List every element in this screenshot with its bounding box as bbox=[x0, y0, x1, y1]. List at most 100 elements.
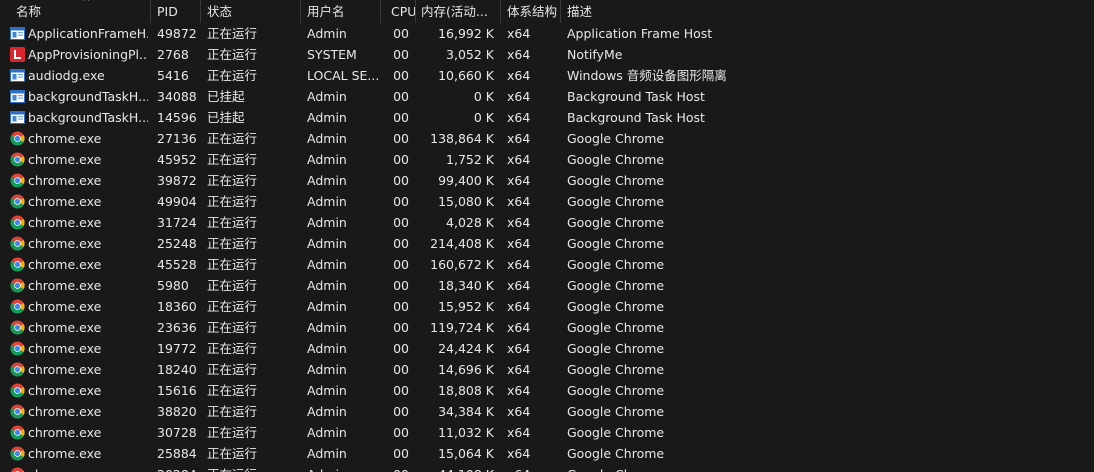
column-header-description[interactable]: 描述 bbox=[561, 0, 1081, 23]
column-header-pid[interactable]: PID bbox=[151, 0, 201, 23]
process-user: Admin bbox=[307, 110, 347, 125]
column-header-name-label: 名称 bbox=[16, 4, 42, 19]
process-user: Admin bbox=[307, 194, 347, 209]
process-memory: 11,032 K bbox=[438, 425, 494, 440]
process-user: Admin bbox=[307, 236, 347, 251]
table-row[interactable]: chrome.exe 25248 正在运行 Admin 00 214,408 K x64 Go… bbox=[0, 233, 1094, 254]
table-row[interactable]: audiodg.exe 5416 正在运行 LOCAL SE... 00 10,660 K… bbox=[0, 65, 1094, 86]
table-row[interactable]: chrome.exe 27136 正在运行 Admin 00 138,864 K x64 Go… bbox=[0, 128, 1094, 149]
chrome-icon bbox=[10, 299, 25, 314]
process-user: Admin bbox=[307, 257, 347, 272]
process-pid: 20284 bbox=[157, 464, 201, 472]
process-description: Google Chrome bbox=[567, 383, 665, 398]
column-header-cpu-label: CPU bbox=[391, 4, 415, 19]
process-user: Admin bbox=[307, 464, 379, 472]
process-status: 正在运行 bbox=[207, 47, 258, 62]
table-row[interactable]: backgroundTaskH... 34088 已挂起 Admin 00 0 K x64 B… bbox=[0, 86, 1094, 107]
process-status: 正在运行 bbox=[207, 131, 258, 146]
process-memory: 34,384 K bbox=[438, 404, 494, 419]
process-name: chrome.exe bbox=[28, 341, 102, 356]
process-memory: 160,672 K bbox=[430, 257, 494, 272]
table-row[interactable]: chrome.exe 30728 正在运行 Admin 00 11,032 K x64 Goo… bbox=[0, 422, 1094, 443]
process-status: 正在运行 bbox=[207, 257, 258, 272]
process-status: 正在运行 bbox=[207, 404, 258, 419]
process-pid: 45528 bbox=[157, 257, 197, 272]
process-name: chrome.exe bbox=[28, 299, 102, 314]
table-row[interactable]: chrome.exe 39872 正在运行 Admin 00 99,400 K x64 Goo… bbox=[0, 170, 1094, 191]
process-memory: 138,864 K bbox=[430, 131, 494, 146]
process-name: chrome.exe bbox=[28, 464, 148, 472]
table-row[interactable]: ApplicationFrameH... 49872 正在运行 Admin 00 16,9… bbox=[0, 23, 1094, 44]
table-row[interactable]: chrome.exe 45528 正在运行 Admin 00 160,672 K x64 Go… bbox=[0, 254, 1094, 275]
table-row[interactable]: chrome.exe 18360 正在运行 Admin 00 15,952 K x64 Goo… bbox=[0, 296, 1094, 317]
process-user: Admin bbox=[307, 362, 347, 377]
window-app-icon bbox=[10, 89, 25, 104]
column-header-arch[interactable]: 体系结构 bbox=[501, 0, 560, 23]
process-memory: 0 K bbox=[473, 89, 494, 104]
process-user: Admin bbox=[307, 299, 347, 314]
column-header-name[interactable]: 名称 ^ bbox=[10, 0, 150, 23]
process-memory: 14,696 K bbox=[438, 362, 494, 377]
process-cpu: 00 bbox=[393, 68, 409, 83]
process-arch: x64 bbox=[507, 299, 531, 314]
chrome-icon bbox=[10, 467, 25, 472]
process-description: NotifyMe bbox=[567, 47, 623, 62]
process-cpu: 00 bbox=[393, 47, 409, 62]
process-memory: 0 K bbox=[473, 110, 494, 125]
process-user: Admin bbox=[307, 215, 347, 230]
table-row[interactable]: chrome.exe 23636 正在运行 Admin 00 119,724 K x64 Go… bbox=[0, 317, 1094, 338]
process-memory: 214,408 K bbox=[430, 236, 494, 251]
process-name: chrome.exe bbox=[28, 425, 102, 440]
process-arch: x64 bbox=[507, 89, 531, 104]
process-memory: 15,080 K bbox=[438, 194, 494, 209]
table-row[interactable]: chrome.exe 20284 正在运行 Admin00 44,108 K x64 Goo… bbox=[0, 464, 1094, 472]
table-row[interactable]: chrome.exe 18240 正在运行 Admin 00 14,696 K x64 Goo… bbox=[0, 359, 1094, 380]
column-header-memory[interactable]: 内存(活动... bbox=[416, 0, 500, 23]
process-memory: 3,052 K bbox=[446, 47, 494, 62]
column-header-cpu[interactable]: CPU bbox=[381, 0, 415, 23]
process-user: Admin bbox=[307, 425, 347, 440]
table-row[interactable]: chrome.exe 45952 正在运行 Admin 00 1,752 K x64 Goog… bbox=[0, 149, 1094, 170]
process-arch: x64 bbox=[507, 152, 531, 167]
table-row[interactable]: AppProvisioningPl... 2768 正在运行 SYSTEM 00 3,05… bbox=[0, 44, 1094, 65]
process-arch: x64 bbox=[507, 194, 531, 209]
table-row[interactable]: chrome.exe 15616 正在运行 Admin 00 18,808 K x64 Goo… bbox=[0, 380, 1094, 401]
process-status: 已挂起 bbox=[207, 110, 245, 125]
process-name: chrome.exe bbox=[28, 173, 102, 188]
process-user: Admin bbox=[307, 173, 347, 188]
process-name: chrome.exe bbox=[28, 236, 102, 251]
process-arch: x64 bbox=[507, 404, 531, 419]
process-name: chrome.exe bbox=[28, 152, 102, 167]
table-row[interactable]: chrome.exe 31724 正在运行 Admin 00 4,028 K x64 Goog… bbox=[0, 212, 1094, 233]
process-arch: x64 bbox=[507, 131, 531, 146]
process-arch: x64 bbox=[507, 236, 531, 251]
process-arch: x64 bbox=[507, 278, 531, 293]
column-header-status[interactable]: 状态 bbox=[201, 0, 300, 23]
process-arch: x64 bbox=[507, 362, 531, 377]
process-cpu: 00 bbox=[393, 257, 409, 272]
chrome-icon bbox=[10, 194, 25, 209]
table-row[interactable]: chrome.exe 25884 正在运行 Admin 00 15,064 K x64 Goo… bbox=[0, 443, 1094, 464]
window-app-icon bbox=[10, 26, 25, 41]
table-row[interactable]: chrome.exe 19772 正在运行 Admin 00 24,424 K x64 Goo… bbox=[0, 338, 1094, 359]
window-app-icon bbox=[10, 68, 25, 83]
process-pid: 49872 bbox=[157, 26, 197, 41]
process-description: Google Chrome bbox=[567, 464, 1087, 472]
column-header-user[interactable]: 用户名 bbox=[301, 0, 380, 23]
chrome-icon bbox=[10, 341, 25, 356]
process-user: Admin bbox=[307, 278, 347, 293]
table-row[interactable]: chrome.exe 38820 正在运行 Admin 00 34,384 K x64 Goo… bbox=[0, 401, 1094, 422]
process-pid: 5416 bbox=[157, 68, 189, 83]
process-name: ApplicationFrameH... bbox=[28, 26, 148, 41]
vertical-scrollbar[interactable] bbox=[1084, 0, 1094, 472]
process-name: chrome.exe bbox=[28, 278, 102, 293]
process-arch: x64 bbox=[507, 425, 531, 440]
table-row[interactable]: chrome.exe 5980 正在运行 Admin 00 18,340 K x64 Goog… bbox=[0, 275, 1094, 296]
column-header-row: 名称 ^ PID 状态 用户名 CPU 内存(活动... 体系结构 描述 bbox=[0, 0, 1094, 23]
process-name: chrome.exe bbox=[28, 446, 102, 461]
table-row[interactable]: chrome.exe 49904 正在运行 Admin 00 15,080 K x64 Goo… bbox=[0, 191, 1094, 212]
process-pid: 25884 bbox=[157, 446, 197, 461]
table-row[interactable]: backgroundTaskH... 14596 已挂起 Admin 00 0 K x64 B… bbox=[0, 107, 1094, 128]
process-name: backgroundTaskH... bbox=[28, 110, 148, 125]
process-name: chrome.exe bbox=[28, 320, 102, 335]
